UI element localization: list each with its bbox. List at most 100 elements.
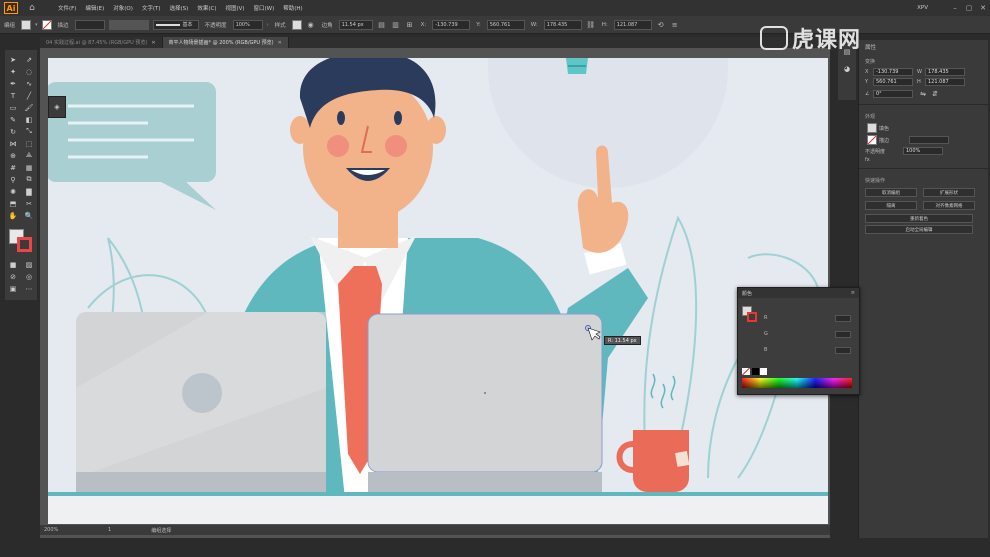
radius-field[interactable]: 11.54 px — [338, 19, 373, 30]
w-field[interactable]: 178.435 — [925, 68, 965, 76]
reference-point-icon[interactable]: ⊞ — [405, 20, 415, 30]
minimize-button[interactable]: – — [948, 4, 962, 12]
perspective-grid-icon[interactable]: ⟁ — [23, 150, 35, 161]
illustration[interactable] — [48, 58, 828, 524]
chevron-right-icon[interactable]: › — [267, 22, 269, 28]
expand-shape-button[interactable]: 扩展形状 — [923, 188, 975, 197]
shape-builder-icon[interactable]: ⊕ — [7, 150, 19, 161]
global-edit-button[interactable]: 启动全局编辑 — [865, 225, 973, 234]
lasso-icon[interactable]: ◌ — [23, 66, 35, 77]
link-icon[interactable]: ⛓ — [586, 20, 596, 30]
isolate-button[interactable]: 隔离 — [865, 201, 917, 210]
menu-select[interactable]: 选择(S) — [170, 4, 189, 12]
align-pixel-grid-button[interactable]: 对齐像素网格 — [923, 201, 975, 210]
channel-value[interactable] — [835, 314, 851, 322]
channel-value[interactable] — [835, 346, 851, 354]
menu-window[interactable]: 窗口(W) — [254, 4, 275, 12]
zoom-tool-icon[interactable]: 🔍 — [23, 210, 35, 221]
align-icon[interactable]: ▤ — [377, 20, 387, 30]
none-swatch[interactable] — [742, 368, 750, 375]
fill-swatch[interactable] — [21, 19, 32, 30]
blend-tool-icon[interactable]: ⧉ — [23, 174, 35, 185]
layers-float-icon[interactable]: ◈ — [48, 96, 66, 118]
mesh-tool-icon[interactable]: # — [7, 162, 19, 173]
h-field[interactable]: 121.087 — [925, 78, 965, 86]
y-field[interactable]: 560.761 — [873, 78, 913, 86]
artboard[interactable] — [48, 58, 828, 524]
gradient-tool-icon[interactable]: ▦ — [23, 162, 35, 173]
paintbrush-icon[interactable]: 🖌 — [23, 102, 35, 113]
fill-swatch[interactable] — [867, 123, 877, 133]
stroke-weight-field[interactable] — [909, 136, 949, 144]
magic-wand-icon[interactable]: ✦ — [7, 66, 19, 77]
menu-help[interactable]: 帮助(H) — [283, 4, 302, 12]
menu-icon[interactable]: ≡ — [670, 20, 680, 30]
menu-effect[interactable]: 效果(C) — [197, 4, 216, 12]
screen-mode-icon[interactable]: ▣ — [7, 283, 19, 294]
gradient-mode-icon[interactable]: ▨ — [23, 259, 35, 270]
graph-tool-icon[interactable]: ▇ — [23, 186, 35, 197]
close-icon[interactable]: ✕ — [151, 40, 155, 46]
hand-tool-icon[interactable]: ✋ — [7, 210, 19, 221]
h-field[interactable]: 121.087 — [613, 19, 652, 30]
stroke-swatch[interactable] — [41, 19, 52, 30]
flip-vertical-icon[interactable]: ⇵ — [929, 88, 941, 99]
tab-doc-2[interactable]: 商平人物场景插画* @ 200% (RGB/GPU 预览) ✕ — [162, 37, 289, 48]
line-tool-icon[interactable]: ╱ — [23, 90, 35, 101]
stroke-weight-field[interactable] — [74, 19, 105, 30]
free-transform-icon[interactable]: ⬚ — [23, 138, 35, 149]
menu-file[interactable]: 文件(F) — [58, 4, 76, 12]
angle-field[interactable]: 0° — [873, 89, 913, 98]
artboard-tool-icon[interactable]: ⬒ — [7, 198, 19, 209]
w-field[interactable]: 178.435 — [543, 19, 582, 30]
scale-tool-icon[interactable]: ⤡ — [23, 126, 35, 137]
opacity-field[interactable]: 100% — [232, 19, 263, 30]
rectangle-tool-icon[interactable]: ▭ — [7, 102, 19, 113]
panel-menu-icon[interactable]: ≡ — [851, 290, 855, 296]
more-tools-icon[interactable]: ⋯ — [23, 283, 35, 294]
symbol-sprayer-icon[interactable]: ✺ — [7, 186, 19, 197]
pencil-icon[interactable]: ✎ — [7, 114, 19, 125]
draw-mode-icon[interactable]: ◎ — [23, 271, 35, 282]
menu-object[interactable]: 对象(O) — [113, 4, 133, 12]
close-button[interactable]: ✕ — [976, 4, 990, 12]
color-stroke-swatch[interactable] — [747, 312, 757, 322]
menu-type[interactable]: 文字(T) — [142, 4, 161, 12]
chevron-down-icon[interactable]: ▾ — [35, 22, 38, 28]
selection-tool-icon[interactable]: ➤ — [7, 54, 19, 65]
color-spectrum[interactable] — [742, 378, 852, 388]
black-swatch[interactable] — [752, 368, 759, 375]
transform-icon[interactable]: ⟲ — [656, 20, 666, 30]
tab-doc-1[interactable]: 04 实践过程.ai @ 87.45% (RGB/GPU 预览) ✕ — [40, 37, 163, 48]
menu-view[interactable]: 视图(V) — [225, 4, 244, 12]
y-field[interactable]: 560.761 — [486, 19, 525, 30]
align-center-icon[interactable]: ▥ — [391, 20, 401, 30]
workspace-switcher[interactable]: XPV — [917, 5, 928, 11]
color-mode-icon[interactable]: ■ — [7, 259, 19, 270]
width-tool-icon[interactable]: ⋈ — [7, 138, 19, 149]
fx-icon[interactable]: fx — [865, 157, 873, 163]
channel-value[interactable] — [835, 330, 851, 338]
flip-horizontal-icon[interactable]: ⇋ — [917, 88, 929, 99]
stroke-swatch[interactable] — [867, 135, 877, 145]
rotate-tool-icon[interactable]: ↻ — [7, 126, 19, 137]
slice-tool-icon[interactable]: ✂ — [23, 198, 35, 209]
globe-icon[interactable]: ◉ — [306, 20, 316, 30]
ungroup-button[interactable]: 取消编组 — [865, 188, 917, 197]
artboard-number[interactable]: 1 — [108, 527, 111, 533]
recolor-button[interactable]: 重新着色 — [865, 214, 973, 223]
none-mode-icon[interactable]: ⊘ — [7, 271, 19, 282]
eyedropper-icon[interactable]: ⚲ — [7, 174, 19, 185]
type-tool-icon[interactable]: T — [7, 90, 19, 101]
variable-width-field[interactable] — [108, 19, 149, 30]
maximize-button[interactable]: ▢ — [962, 4, 976, 12]
stroke-color-swatch[interactable] — [17, 237, 32, 252]
color-panel-header[interactable]: 颜色 ≡ — [738, 288, 859, 298]
style-swatch[interactable] — [291, 19, 302, 30]
curvature-tool-icon[interactable]: ∿ — [23, 78, 35, 89]
opacity-field[interactable]: 100% — [903, 147, 943, 155]
white-swatch[interactable] — [760, 368, 767, 375]
x-field[interactable]: -130.739 — [873, 68, 913, 76]
stroke-style-field[interactable]: 基本 — [152, 19, 199, 30]
x-field[interactable]: -130.739 — [432, 19, 471, 30]
